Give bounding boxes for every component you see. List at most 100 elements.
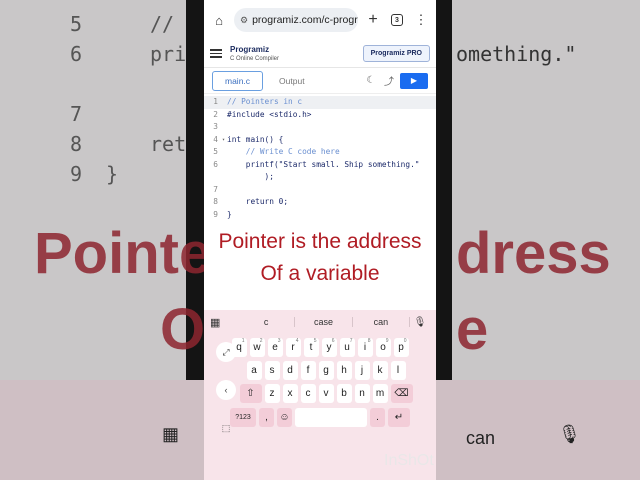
key-e[interactable]: 3e bbox=[267, 338, 283, 357]
dark-mode-icon[interactable]: ☾ bbox=[364, 75, 378, 86]
key-v[interactable]: v bbox=[318, 384, 334, 403]
suggestion-item[interactable]: c bbox=[238, 317, 296, 327]
key-s[interactable]: s bbox=[264, 361, 280, 380]
key-z[interactable]: z bbox=[264, 384, 280, 403]
background-line-number: 6 bbox=[70, 42, 83, 66]
code-line[interactable]: 6 printf("Start small. Ship something." bbox=[204, 159, 436, 172]
code-line[interactable]: 1 // Pointers in c bbox=[204, 96, 436, 109]
key-hint: 0 bbox=[403, 338, 407, 344]
address-bar[interactable]: ⚙ programiz.com/c-progra bbox=[234, 8, 358, 32]
key-f[interactable]: f bbox=[300, 361, 316, 380]
key-k[interactable]: k bbox=[372, 361, 388, 380]
share-icon[interactable]: ⤴ bbox=[382, 73, 396, 88]
run-button[interactable]: ▶ bbox=[400, 72, 428, 89]
key-t[interactable]: 5t bbox=[303, 338, 319, 357]
key-c[interactable]: c bbox=[300, 384, 316, 403]
hamburger-menu-icon[interactable] bbox=[210, 49, 222, 58]
key-o[interactable]: 9o bbox=[375, 338, 391, 357]
fold-icon[interactable] bbox=[222, 121, 227, 134]
code-line[interactable]: 8 return 0; bbox=[204, 196, 436, 209]
code-text: } bbox=[227, 209, 232, 219]
url-text: programiz.com/c-progra bbox=[252, 14, 358, 26]
background-suggestion: can bbox=[466, 428, 496, 448]
select-icon[interactable]: ⬚ bbox=[216, 418, 236, 438]
mic-icon[interactable]: 🎙 bbox=[410, 317, 430, 328]
space-key[interactable] bbox=[295, 408, 367, 427]
suggestion-item[interactable]: case bbox=[295, 317, 353, 327]
background-caption-left: Pointe bbox=[34, 221, 212, 286]
key-g[interactable]: g bbox=[318, 361, 334, 380]
key-w[interactable]: 2w bbox=[249, 338, 265, 357]
tab-switcher-button[interactable]: 3 bbox=[388, 11, 406, 29]
key-a[interactable]: a bbox=[246, 361, 262, 380]
key-label: r bbox=[291, 342, 295, 353]
code-line[interactable]: 3 bbox=[204, 121, 436, 134]
code-line[interactable]: 4 ▾ int main() { bbox=[204, 134, 436, 147]
site-settings-icon[interactable]: ⚙ bbox=[240, 15, 248, 26]
line-number: 2 bbox=[213, 109, 218, 119]
line-number: 3 bbox=[213, 122, 218, 131]
line-number: 6 bbox=[213, 159, 218, 169]
expand-icon[interactable]: ⤢ bbox=[216, 342, 236, 362]
shift-key[interactable]: ⇧ bbox=[239, 384, 262, 403]
code-text: // Write C code here bbox=[227, 147, 340, 156]
backspace-key[interactable]: ⌫ bbox=[390, 384, 413, 403]
key-p[interactable]: 0p bbox=[393, 338, 409, 357]
key-x[interactable]: x bbox=[282, 384, 298, 403]
key-h[interactable]: h bbox=[336, 361, 352, 380]
editor-tabs: main.c Output ☾ ⤴ ▶ bbox=[204, 68, 436, 94]
more-menu-icon[interactable]: ⋮ bbox=[412, 11, 430, 29]
key-l[interactable]: l bbox=[390, 361, 406, 380]
home-icon[interactable]: ⌂ bbox=[210, 11, 228, 29]
period-key[interactable]: . bbox=[370, 408, 385, 427]
key-b[interactable]: b bbox=[336, 384, 352, 403]
backspace-icon: ⌫ bbox=[394, 388, 409, 399]
suggestion-item[interactable]: can bbox=[353, 317, 410, 327]
comma-key[interactable]: , bbox=[259, 408, 274, 427]
code-editor[interactable]: 1 // Pointers in c 2 #include <stdio.h> 3 4 ▾ i… bbox=[204, 94, 436, 221]
tab-main-c[interactable]: main.c bbox=[212, 70, 264, 91]
background-mic-icon: 🎙 bbox=[558, 424, 581, 444]
code-text: ); bbox=[227, 172, 274, 181]
background-code-text: } bbox=[106, 162, 119, 186]
code-line[interactable]: ); bbox=[204, 171, 436, 184]
background-line-number: 5 bbox=[70, 12, 83, 36]
key-i[interactable]: 8i bbox=[357, 338, 373, 357]
key-label: i bbox=[363, 342, 367, 353]
key-d[interactable]: d bbox=[282, 361, 298, 380]
caption-line-1: Pointer is the address bbox=[218, 230, 422, 253]
tab-output[interactable]: Output bbox=[267, 72, 317, 90]
key-j[interactable]: j bbox=[354, 361, 370, 380]
key-y[interactable]: 6y bbox=[321, 338, 337, 357]
code-line[interactable]: 9} bbox=[204, 209, 436, 222]
background-caption-right: dress bbox=[456, 221, 611, 286]
line-number bbox=[204, 171, 222, 184]
key-hint: 1 bbox=[241, 338, 245, 344]
key-n[interactable]: n bbox=[354, 384, 370, 403]
key-u[interactable]: 7u bbox=[339, 338, 355, 357]
code-text: int main() { bbox=[227, 134, 284, 144]
logo-subtitle: C Online Compiler bbox=[230, 55, 280, 62]
code-line[interactable]: 2 #include <stdio.h> bbox=[204, 109, 436, 122]
enter-icon: ↵ bbox=[394, 412, 404, 423]
key-m[interactable]: m bbox=[372, 384, 388, 403]
site-header: Programiz C Online Compiler Programiz PR… bbox=[204, 40, 436, 68]
cursor-left-icon[interactable]: ‹ bbox=[216, 380, 236, 400]
key-hint: 8 bbox=[367, 338, 371, 344]
new-tab-icon[interactable]: + bbox=[364, 11, 382, 29]
key-label: t bbox=[309, 342, 313, 353]
programiz-pro-button[interactable]: Programiz PRO bbox=[362, 45, 430, 62]
site-logo[interactable]: Programiz C Online Compiler bbox=[230, 45, 355, 62]
line-number: 4 bbox=[213, 134, 218, 144]
emoji-icon: ☺ bbox=[279, 412, 290, 423]
enter-key[interactable]: ↵ bbox=[388, 408, 410, 427]
key-hint: 4 bbox=[295, 338, 299, 344]
background-line-number: 9 bbox=[70, 162, 83, 186]
code-line[interactable]: 7 bbox=[204, 184, 436, 197]
code-line[interactable]: 5 // Write C code here bbox=[204, 146, 436, 159]
fold-icon[interactable] bbox=[222, 184, 227, 197]
emoji-key[interactable]: ☺ bbox=[277, 408, 292, 427]
apps-grid-icon[interactable]: ▦ bbox=[210, 316, 238, 329]
background-line-number: 7 bbox=[70, 102, 83, 126]
key-r[interactable]: 4r bbox=[285, 338, 301, 357]
